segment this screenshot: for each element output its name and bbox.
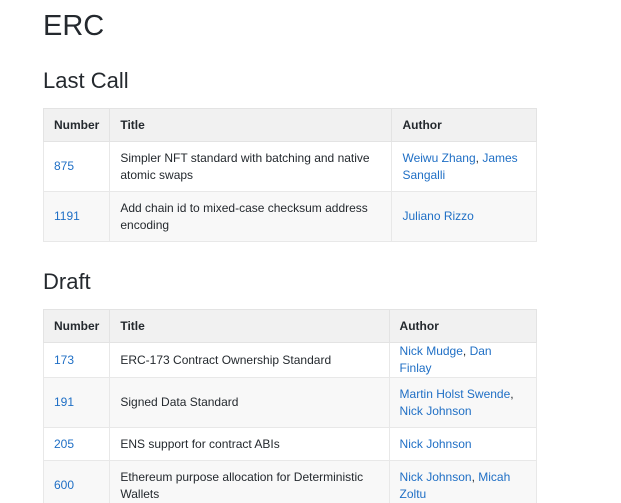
title-cell: ERC-173 Contract Ownership Standard [109,342,390,378]
author-cell: Weiwu Zhang, James Sangalli [391,141,537,192]
number-cell: 875 [42,141,111,192]
title-cell: Simpler NFT standard with batching and n… [109,141,393,192]
draft-table: Number Title Author 173 ERC-173 Contract… [42,309,538,503]
author-link[interactable]: Martin Holst Swende [400,387,511,401]
eip-number-link[interactable]: 600 [54,478,74,492]
table-row: 1191 Add chain id to mixed-case checksum… [42,191,537,242]
author-link[interactable]: Nick Johnson [400,470,472,484]
table-header-row: Number Title Author [42,108,537,142]
author-cell: Martin Holst Swende, Nick Johnson [388,377,538,428]
column-header-author: Author [388,309,538,343]
section-heading-last-call: Last Call [43,68,129,93]
title-cell: Signed Data Standard [109,377,390,428]
table-row: 173 ERC-173 Contract Ownership Standard … [42,342,538,378]
author-link[interactable]: Weiwu Zhang [402,151,475,165]
table-row: 205 ENS support for contract ABIs Nick J… [42,427,538,461]
page: ERC Last Call Number Title Author 875 Si… [0,0,621,503]
eip-number-link[interactable]: 191 [54,395,74,409]
table-row: 191 Signed Data Standard Martin Holst Sw… [42,377,538,428]
number-cell: 205 [42,427,111,461]
title-cell: Ethereum purpose allocation for Determin… [109,460,390,503]
table-header-row: Number Title Author [42,309,538,343]
column-header-title: Title [109,108,393,142]
eip-number-link[interactable]: 1191 [54,209,80,223]
author-cell: Nick Mudge, Dan Finlay [388,342,538,378]
column-header-author: Author [391,108,537,142]
author-cell: Juliano Rizzo [391,191,537,242]
author-link[interactable]: Nick Mudge [400,344,463,358]
number-cell: 1191 [42,191,111,242]
author-separator: , [510,386,514,401]
eip-number-link[interactable]: 205 [54,437,74,451]
last-call-table: Number Title Author 875 Simpler NFT stan… [42,108,537,242]
author-separator: , [462,344,470,358]
author-cell: Nick Johnson, Micah Zoltu [388,460,538,503]
number-cell: 600 [42,460,111,503]
table-row: 875 Simpler NFT standard with batching a… [42,141,537,192]
column-header-title: Title [109,309,390,343]
author-cell: Nick Johnson [388,427,538,461]
eip-number-link[interactable]: 173 [54,353,74,367]
number-cell: 191 [42,377,111,428]
column-header-number: Number [42,108,111,142]
number-cell: 173 [42,342,111,378]
page-title: ERC [43,10,105,42]
eip-number-link[interactable]: 875 [54,159,74,173]
author-link[interactable]: Juliano Rizzo [402,209,473,223]
section-heading-draft: Draft [43,269,91,294]
column-header-number: Number [42,309,111,343]
author-link[interactable]: Nick Johnson [400,404,472,418]
title-cell: ENS support for contract ABIs [109,427,390,461]
title-cell: Add chain id to mixed-case checksum addr… [109,191,393,242]
table-row: 600 Ethereum purpose allocation for Dete… [42,460,538,503]
author-link[interactable]: Nick Johnson [400,437,472,451]
